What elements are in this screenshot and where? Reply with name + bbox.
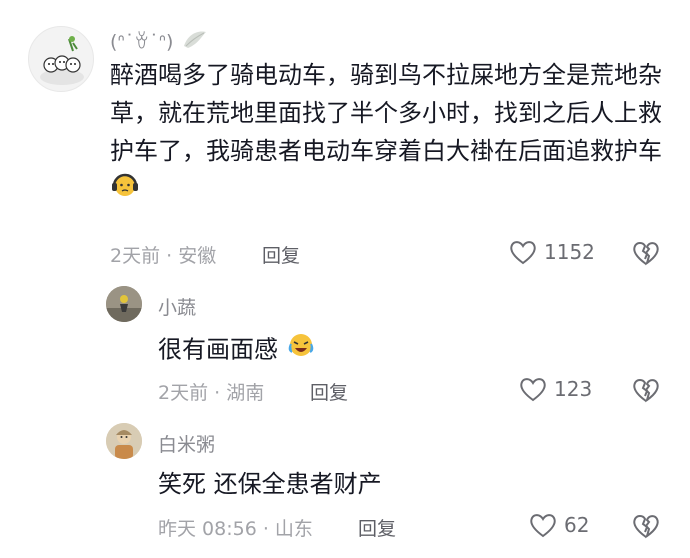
broken-heart-icon[interactable] (631, 376, 661, 404)
headphone-face-emoji-icon (110, 170, 140, 211)
like-button[interactable]: 62 (528, 511, 589, 539)
like-count: 123 (554, 377, 593, 401)
laughing-crying-emoji-icon (286, 330, 316, 371)
heart-icon (520, 378, 546, 402)
broken-heart-icon[interactable] (631, 239, 661, 267)
reply-meta: 昨天 08:56 · 山东 (158, 518, 313, 540)
reply-meta: 2天前 · 湖南 (158, 382, 265, 404)
like-button[interactable]: 123 (518, 375, 592, 403)
reply-button[interactable]: 回复 (262, 241, 300, 268)
broken-heart-icon[interactable] (631, 512, 661, 540)
avatar[interactable] (106, 423, 142, 459)
reply-text: 笑死 还保全患者财产 (158, 465, 638, 503)
reply-text: 很有画面感 (158, 330, 638, 371)
reply-username[interactable]: 白米粥 (158, 430, 215, 457)
like-count: 62 (564, 513, 590, 537)
avatar[interactable] (106, 286, 142, 322)
heart-icon (510, 241, 536, 265)
reply-text-content: 笑死 还保全患者财产 (158, 470, 382, 498)
comment-text: 醉酒喝多了骑电动车，骑到鸟不拉屎地方全是荒地杂草，就在荒地里面找了半个多小时，找… (110, 56, 666, 211)
like-count: 1152 (544, 240, 595, 264)
comment-text-content: 醉酒喝多了骑电动车，骑到鸟不拉屎地方全是荒地杂草，就在荒地里面找了半个多小时，找… (110, 61, 662, 165)
reply-button[interactable]: 回复 (310, 378, 348, 405)
avatar[interactable] (28, 26, 94, 92)
comment-meta: 2天前 · 安徽 (110, 245, 217, 267)
leaf-bird-icon (184, 31, 206, 48)
reply-text-content: 很有画面感 (158, 335, 278, 364)
comment-username[interactable]: (ᐢ˙ꈊ˙ᐢ) (110, 28, 173, 53)
reply-username[interactable]: 小蔬 (158, 293, 196, 320)
reply-button[interactable]: 回复 (358, 514, 396, 541)
heart-icon (530, 514, 556, 538)
like-button[interactable]: 1152 (508, 238, 595, 266)
